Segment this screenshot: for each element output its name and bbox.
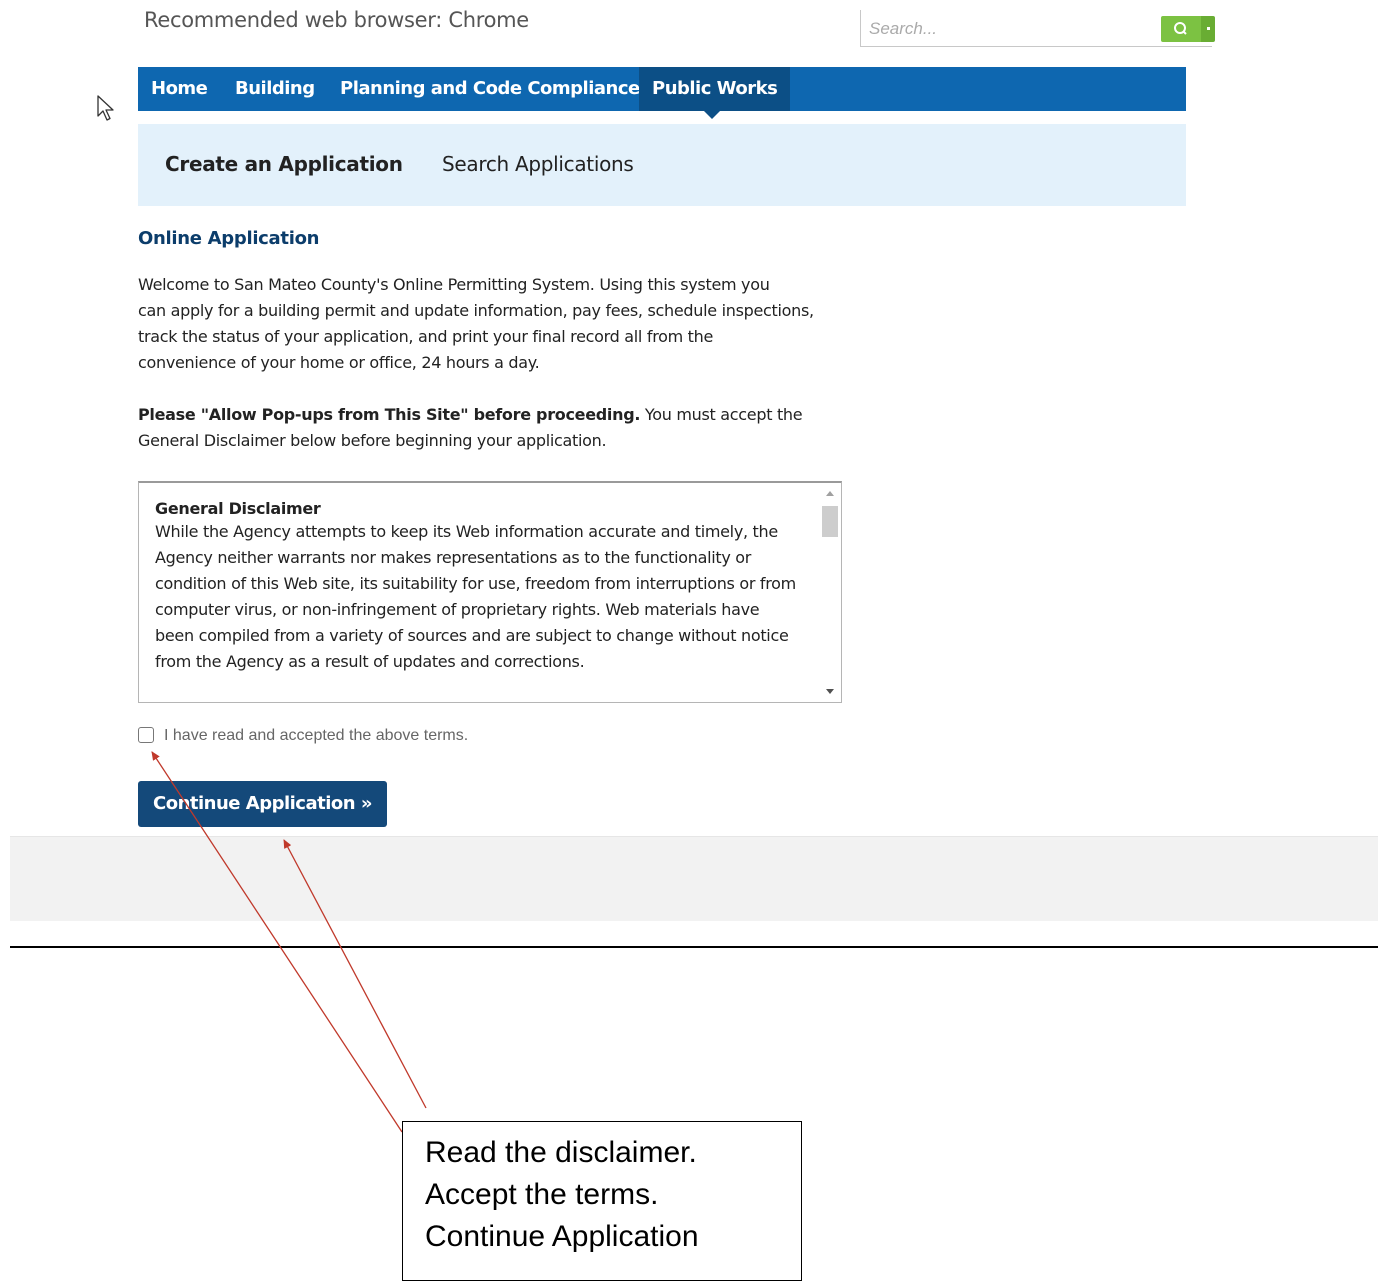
scroll-thumb[interactable] <box>822 506 838 537</box>
disclaimer-line: Agency neither warrants nor makes repres… <box>155 548 752 567</box>
popup-notice-bold: Please "Allow Pop-ups from This Site" be… <box>138 405 641 424</box>
disclaimer-line: While the Agency attempts to keep its We… <box>155 522 778 541</box>
callout-line: Accept the terms. <box>425 1178 659 1211</box>
tab-search-applications[interactable]: Search Applications <box>442 152 634 176</box>
nav-public-works[interactable]: Public Works <box>639 67 791 111</box>
accept-terms-checkbox[interactable] <box>138 727 154 743</box>
nav-building[interactable]: Building <box>222 67 328 111</box>
main-nav: Home Building Planning and Code Complian… <box>138 67 1186 111</box>
search-input[interactable] <box>867 18 1151 40</box>
search-button[interactable] <box>1161 16 1201 42</box>
popup-notice-line2: General Disclaimer below before beginnin… <box>138 431 607 450</box>
instruction-callout: Read the disclaimer. Accept the terms. C… <box>402 1121 802 1281</box>
disclaimer-title: General Disclaimer <box>155 499 321 518</box>
page-footer <box>10 836 1378 921</box>
intro-line: can apply for a building permit and upda… <box>138 301 814 320</box>
disclaimer-content: General Disclaimer While the Agency atte… <box>155 499 805 675</box>
callout-line: Read the disclaimer. <box>425 1136 697 1169</box>
scroll-up-arrow-icon[interactable] <box>826 491 834 496</box>
intro-line: convenience of your home or office, 24 h… <box>138 353 540 372</box>
tab-create-application[interactable]: Create an Application <box>165 152 403 176</box>
disclaimer-box[interactable]: General Disclaimer While the Agency atte… <box>138 481 842 703</box>
browser-recommendation: Recommended web browser: Chrome <box>144 8 529 32</box>
sub-nav: Create an Application Search Application… <box>138 124 1186 206</box>
accept-terms-label[interactable]: I have read and accepted the above terms… <box>164 727 468 745</box>
nav-active-caret <box>704 111 720 119</box>
nav-home[interactable]: Home <box>138 67 220 111</box>
disclaimer-line: from the Agency as a result of updates a… <box>155 652 585 671</box>
disclaimer-scrollbar[interactable] <box>819 483 841 702</box>
intro-paragraph: Welcome to San Mateo County's Online Per… <box>138 272 814 376</box>
search-box <box>860 10 1212 47</box>
disclaimer-line: condition of this Web site, its suitabil… <box>155 574 796 593</box>
intro-line: Welcome to San Mateo County's Online Per… <box>138 275 770 294</box>
search-icon <box>1174 22 1187 35</box>
popup-notice-text: You must accept the <box>640 405 803 424</box>
continue-application-button[interactable]: Continue Application » <box>138 781 387 827</box>
nav-planning-code-compliance[interactable]: Planning and Code Compliance <box>327 67 653 111</box>
disclaimer-line: computer virus, or non-infringement of p… <box>155 600 760 619</box>
search-dropdown-button[interactable] <box>1201 16 1215 42</box>
scroll-down-arrow-icon[interactable] <box>826 689 834 694</box>
intro-line: track the status of your application, an… <box>138 327 714 346</box>
mouse-cursor-icon <box>97 95 114 121</box>
popup-notice: Please "Allow Pop-ups from This Site" be… <box>138 402 803 454</box>
page-title: Online Application <box>138 228 320 249</box>
divider-line <box>10 946 1378 948</box>
callout-line: Continue Application <box>425 1220 699 1253</box>
disclaimer-line: been compiled from a variety of sources … <box>155 626 789 645</box>
